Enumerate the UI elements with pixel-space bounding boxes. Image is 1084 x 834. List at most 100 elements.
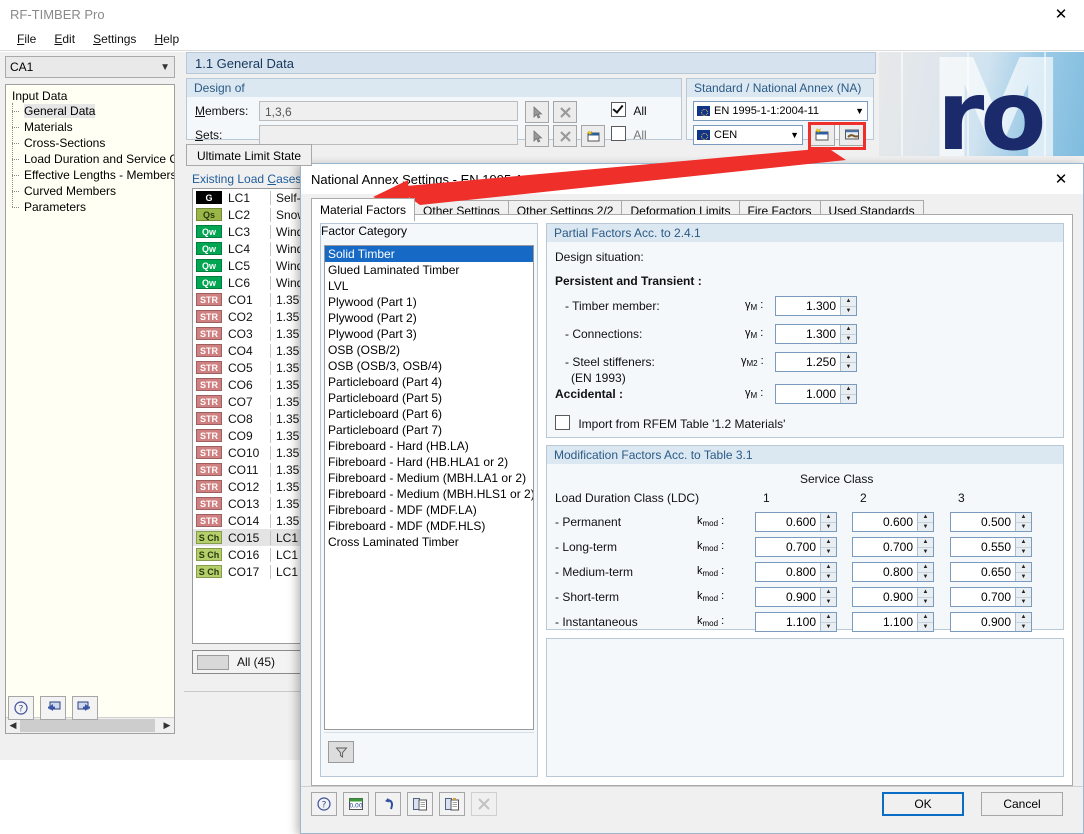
list-item[interactable]: Solid Timber <box>325 246 533 262</box>
list-item[interactable]: OSB (OSB/2) <box>325 342 533 358</box>
list-item[interactable]: Fibreboard - MDF (MDF.HLS) <box>325 518 533 534</box>
clear-x-icon[interactable] <box>553 101 577 123</box>
list-item[interactable]: Plywood (Part 3) <box>325 326 533 342</box>
spinner-arrows[interactable]: ▲▼ <box>1015 588 1031 606</box>
sidebar-item-cross-sections[interactable]: Cross-Sections <box>6 135 174 151</box>
sidebar-item-load-duration[interactable]: Load Duration and Service Class <box>6 151 174 167</box>
table-row[interactable]: GLC1Self-w <box>193 189 313 206</box>
table-row[interactable]: STRCO11.35*l <box>193 291 313 308</box>
spinner-arrows[interactable]: ▲▼ <box>917 613 933 631</box>
pick-cursor-icon[interactable] <box>525 125 549 147</box>
kmod-spinner[interactable]: 0.900▲▼ <box>755 587 837 607</box>
menu-item-file[interactable]: File <box>8 30 45 48</box>
default-values-icon[interactable]: 0,00 <box>343 792 369 816</box>
steel-stiffeners-spinner[interactable]: 1.250 ▲▼ <box>775 352 857 372</box>
spinner-arrows[interactable]: ▲▼ <box>820 563 836 581</box>
table-row[interactable]: STRCO81.35*l <box>193 410 313 427</box>
table-row[interactable]: STRCO51.35*l <box>193 359 313 376</box>
table-row[interactable]: QwLC4Wind <box>193 240 313 257</box>
menu-item-edit[interactable]: Edit <box>45 30 84 48</box>
table-row[interactable]: S ChCO17LC1 + <box>193 563 313 580</box>
kmod-spinner[interactable]: 0.600▲▼ <box>852 512 934 532</box>
table-row[interactable]: STRCO31.35*l <box>193 325 313 342</box>
new-annex-icon[interactable] <box>809 124 835 146</box>
spinner-arrows[interactable]: ▲▼ <box>917 563 933 581</box>
table-row[interactable]: S ChCO16LC1 + <box>193 546 313 563</box>
kmod-spinner[interactable]: 0.800▲▼ <box>755 562 837 582</box>
spinner-arrows[interactable]: ▲▼ <box>840 385 856 403</box>
spinner-arrows[interactable]: ▲▼ <box>1015 513 1031 531</box>
table-row[interactable]: QwLC3Wind <box>193 223 313 240</box>
close-icon[interactable]: ✕ <box>1039 164 1083 194</box>
help-icon[interactable]: ? <box>311 792 337 816</box>
table-row[interactable]: STRCO61.35*l <box>193 376 313 393</box>
spinner-arrows[interactable]: ▲▼ <box>1015 538 1031 556</box>
spinner-arrows[interactable]: ▲▼ <box>840 297 856 315</box>
table-row[interactable]: QwLC5Wind <box>193 257 313 274</box>
load-cases-list[interactable]: GLC1Self-wQsLC2SnowQwLC3WindQwLC4WindQwL… <box>192 188 314 644</box>
members-input[interactable]: 1,3,6 <box>259 101 518 121</box>
list-item[interactable]: Plywood (Part 1) <box>325 294 533 310</box>
table-row[interactable]: QsLC2Snow <box>193 206 313 223</box>
list-item[interactable]: Fibreboard - Hard (HB.HLA1 or 2) <box>325 454 533 470</box>
connections-spinner[interactable]: 1.300 ▲▼ <box>775 324 857 344</box>
new-set-icon[interactable] <box>581 125 605 147</box>
spinner-arrows[interactable]: ▲▼ <box>820 613 836 631</box>
list-item[interactable]: Fibreboard - MDF (MDF.LA) <box>325 502 533 518</box>
spinner-arrows[interactable]: ▲▼ <box>1015 563 1031 581</box>
table-row[interactable]: STRCO141.35*l <box>193 512 313 529</box>
list-item[interactable]: Glued Laminated Timber <box>325 262 533 278</box>
sidebar-item-parameters[interactable]: Parameters <box>6 199 174 215</box>
kmod-spinner[interactable]: 0.600▲▼ <box>755 512 837 532</box>
spinner-arrows[interactable]: ▲▼ <box>820 588 836 606</box>
table-row[interactable]: S ChCO15LC1 <box>193 529 313 546</box>
factor-category-list[interactable]: Solid TimberGlued Laminated TimberLVLPly… <box>324 245 534 730</box>
list-item[interactable]: Fibreboard - Medium (MBH.HLS1 or 2) <box>325 486 533 502</box>
menu-item-help[interactable]: Help <box>145 30 188 48</box>
list-item[interactable]: Fibreboard - Medium (MBH.LA1 or 2) <box>325 470 533 486</box>
list-item[interactable]: Plywood (Part 2) <box>325 310 533 326</box>
list-item[interactable]: LVL <box>325 278 533 294</box>
kmod-spinner[interactable]: 0.550▲▼ <box>950 537 1032 557</box>
kmod-spinner[interactable]: 0.700▲▼ <box>950 587 1032 607</box>
standard-combo[interactable]: EN 1995-1-1:2004-11 ▼ <box>693 101 868 121</box>
kmod-spinner[interactable]: 0.700▲▼ <box>852 537 934 557</box>
menu-item-settings[interactable]: Settings <box>84 30 145 48</box>
spinner-arrows[interactable]: ▲▼ <box>820 513 836 531</box>
list-item[interactable]: Particleboard (Part 5) <box>325 390 533 406</box>
load-case-filter-combo[interactable]: All (45) <box>192 650 312 674</box>
table-row[interactable]: QwLC6Wind <box>193 274 313 291</box>
list-item[interactable]: Fibreboard - Hard (HB.LA) <box>325 438 533 454</box>
filter-funnel-icon[interactable] <box>328 741 354 763</box>
import-rfem-checkbox[interactable]: Import from RFEM Table '1.2 Materials' <box>555 415 785 431</box>
previous-arrow-icon[interactable] <box>40 696 66 720</box>
sidebar-item-effective-lengths[interactable]: Effective Lengths - Members <box>6 167 174 183</box>
pick-cursor-icon[interactable] <box>525 101 549 123</box>
kmod-spinner[interactable]: 0.900▲▼ <box>852 587 934 607</box>
spinner-arrows[interactable]: ▲▼ <box>917 538 933 556</box>
table-row[interactable]: STRCO71.35*l <box>193 393 313 410</box>
list-item[interactable]: OSB (OSB/3, OSB/4) <box>325 358 533 374</box>
spinner-arrows[interactable]: ▲▼ <box>820 538 836 556</box>
undo-arrow-icon[interactable] <box>375 792 401 816</box>
paste-icon[interactable] <box>439 792 465 816</box>
kmod-spinner[interactable]: 0.500▲▼ <box>950 512 1032 532</box>
spinner-arrows[interactable]: ▲▼ <box>917 588 933 606</box>
cancel-button[interactable]: Cancel <box>981 792 1063 816</box>
kmod-spinner[interactable]: 1.100▲▼ <box>755 612 837 632</box>
kmod-spinner[interactable]: 0.800▲▼ <box>852 562 934 582</box>
list-item[interactable]: Particleboard (Part 4) <box>325 374 533 390</box>
table-row[interactable]: STRCO101.35*l <box>193 444 313 461</box>
next-arrow-icon[interactable] <box>72 696 98 720</box>
sets-all-checkbox[interactable]: All <box>611 126 647 142</box>
spinner-arrows[interactable]: ▲▼ <box>1015 613 1031 631</box>
table-row[interactable]: STRCO121.35*l <box>193 478 313 495</box>
clear-x-icon[interactable] <box>553 125 577 147</box>
spinner-arrows[interactable]: ▲▼ <box>840 353 856 371</box>
tab-ultimate-limit-state[interactable]: Ultimate Limit State <box>186 144 312 166</box>
timber-member-spinner[interactable]: 1.300 ▲▼ <box>775 296 857 316</box>
kmod-spinner[interactable]: 0.650▲▼ <box>950 562 1032 582</box>
sets-input[interactable] <box>259 125 518 145</box>
sidebar-item-curved-members[interactable]: Curved Members <box>6 183 174 199</box>
spinner-arrows[interactable]: ▲▼ <box>917 513 933 531</box>
